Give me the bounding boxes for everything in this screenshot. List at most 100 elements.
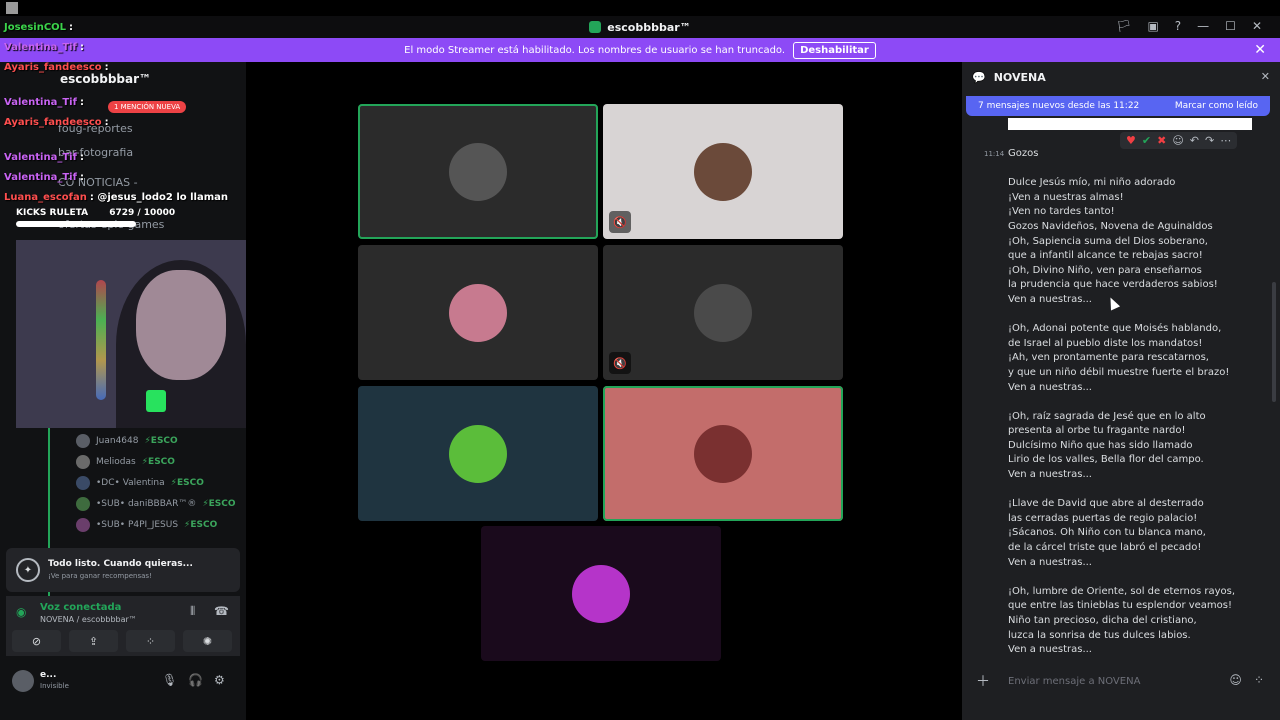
close-icon[interactable]: ✕ [1254,42,1266,58]
quest-icon: ✦ [16,558,40,582]
kicks-roulette: KICKS RULETA 6729 / 10000 [16,208,216,227]
new-messages-text[interactable]: 7 mensajes nuevos desde las 11:22 [978,101,1139,111]
participant-tile[interactable]: 🔇 [603,245,843,380]
overlay-chat-message: : [79,172,84,183]
window-control-icon[interactable]: ☐ [1225,19,1236,33]
participant-tile[interactable]: 🔇 [603,104,843,239]
reply-icon[interactable]: ↶ [1190,134,1199,147]
activity-title: Todo listo. Cuando quieras... [48,559,193,569]
activities-button[interactable]: ⁘ [126,630,175,652]
apps-icon[interactable]: ⁘ [1254,673,1264,687]
window-control-icon[interactable]: ? [1175,19,1181,33]
chat-scrollbar[interactable] [1272,282,1276,402]
muted-mic-icon: 🔇 [609,352,631,374]
message-input[interactable]: Enviar mensaje a NOVENA [1008,676,1140,687]
voice-user[interactable]: •DC• Valentina ⚡ESCO [76,472,236,493]
avatar [76,496,90,511]
overlay-chat-message: : [79,42,84,53]
message-line: de Israel al pueblo diste los mandatos! [1008,337,1203,349]
chat-panel: 💬 NOVENA ✕ 7 mensajes nuevos desde las 1… [962,62,1280,720]
overlay-chat-author: Valentina_Tif [4,172,77,183]
window-controls: 🏳 ▣? — ☐ ✕ [1116,19,1262,33]
screen-share-button[interactable]: ⇪ [69,630,118,652]
avatar [572,564,630,623]
window-control-icon[interactable]: — [1197,19,1209,33]
overlay-chat-author: Luana_escofan [4,192,87,203]
camera-off-button[interactable]: ⊘ [12,630,61,652]
kicks-label: KICKS RULETA [16,208,89,218]
participant-tile[interactable] [358,386,598,521]
message-line: ¡Ven no tardes tanto! [1008,206,1115,218]
overlay-chat-line: Luana_escofan: @jesus_lodo2 lo llaman [4,192,228,203]
voice-user[interactable]: Juan4648 ⚡ESCO [76,430,236,451]
overlay-chat-line: Valentina_Tif: [4,172,84,183]
message-line: Dulcísimo Niño que has sido llamado [1008,439,1193,451]
username[interactable]: e... [40,670,56,680]
message-image[interactable] [1008,118,1252,130]
activity-card[interactable]: ✦ Todo listo. Cuando quieras... ¡Ve para… [6,548,240,592]
message-line: ¡Llave de David que abre al desterrado [1008,498,1204,510]
muted-mic-icon: 🔇 [609,211,631,233]
emoji-picker-icon[interactable]: ☺ [1229,673,1242,687]
disable-streamer-button[interactable]: Deshabilitar [793,41,876,59]
avatar [449,142,507,201]
activity-subtitle: ¡Ve para ganar recompensas! [48,572,152,580]
voice-user[interactable]: •SUB• P4PI_JESUS ⚡ESCO [76,514,236,535]
close-chat-icon[interactable]: ✕ [1261,70,1270,83]
new-messages-bar[interactable]: 7 mensajes nuevos desde las 11:22 Marcar… [966,96,1270,116]
mention-badge[interactable]: 1 MENCIÓN NUEVA [108,101,187,113]
message-line: la prudencia que hace verdaderos sabios! [1008,279,1218,291]
voice-status[interactable]: Voz conectada [40,602,121,613]
microphone-icon[interactable]: 🎙 [162,673,177,687]
voice-grid: 🔇 🔇 [246,62,956,720]
disconnect-icon[interactable]: ☎ [214,604,229,618]
message-composer[interactable]: ＋ Enviar mensaje a NOVENA ☺ ⁘ [966,666,1272,696]
overlay-chat-line: Valentina_Tif: [4,152,84,163]
window-control-icon[interactable]: ✕ [1252,19,1262,33]
window-control-icon[interactable]: ▣ [1147,19,1158,33]
streamer-banner-text: El modo Streamer está habilitado. Los no… [404,44,786,56]
message-line: las cerradas puertas de regio palacio! [1008,512,1198,524]
overlay-chat-message: : [79,152,84,163]
message-line: Lirio de los valles, Bella flor del camp… [1008,454,1204,466]
headphones-icon[interactable]: 🎧 [188,673,203,687]
participant-tile[interactable] [603,386,843,521]
plus-icon[interactable]: ＋ [976,671,990,691]
avatar [449,283,507,342]
user-bar: e... Invisible 🎙 🎧 ⚙ [6,664,240,698]
message-line: Gozos [1008,148,1039,159]
overlay-chat-line: Valentina_Tif: [4,42,84,53]
participant-tile[interactable] [358,104,598,239]
voice-user[interactable]: Meliodas ⚡ESCO [76,451,236,472]
overlay-chat-author: Valentina_Tif [4,152,77,163]
voice-user[interactable]: •SUB• daniBBBAR™® ⚡ESCO [76,493,236,514]
overlay-chat-message: : [69,22,74,33]
soundboard-button[interactable]: ✺ [183,630,232,652]
noise-icon[interactable]: ⦀ [190,604,195,619]
overlay-chat-author: Ayaris_fandeesco [4,117,102,128]
forward-icon[interactable]: ↷ [1205,134,1214,147]
role-tag: ⚡ESCO [170,477,204,488]
heart-icon[interactable]: ♥ [1126,134,1136,147]
avatar [76,433,90,448]
avatar [694,142,752,201]
participant-tile[interactable] [358,245,598,380]
window-control-icon[interactable]: 🏳 [1116,19,1131,33]
overlay-chat-line: Ayaris_fandeesco: [4,62,109,73]
overlay-chat-author: JosesinCOL [4,22,67,33]
message-line: ¡Oh, Divino Niño, ven para enseñarnos [1008,264,1202,276]
server-icon [589,21,602,33]
check-icon[interactable]: ✔ [1142,134,1151,147]
mark-read-button[interactable]: Marcar como leído [1175,101,1258,111]
window-title-text: escobbbbar™ [607,20,691,34]
participant-tile[interactable] [481,526,721,661]
avatar[interactable] [12,670,34,692]
emoji-icon[interactable]: ☺ [1172,134,1183,147]
x-icon[interactable]: ✖ [1157,134,1166,147]
signal-icon[interactable]: ◉ [16,605,26,619]
gear-icon[interactable]: ⚙ [214,673,225,687]
more-icon[interactable]: ⋯ [1220,134,1231,147]
kicks-value: 6729 / 10000 [109,208,176,218]
